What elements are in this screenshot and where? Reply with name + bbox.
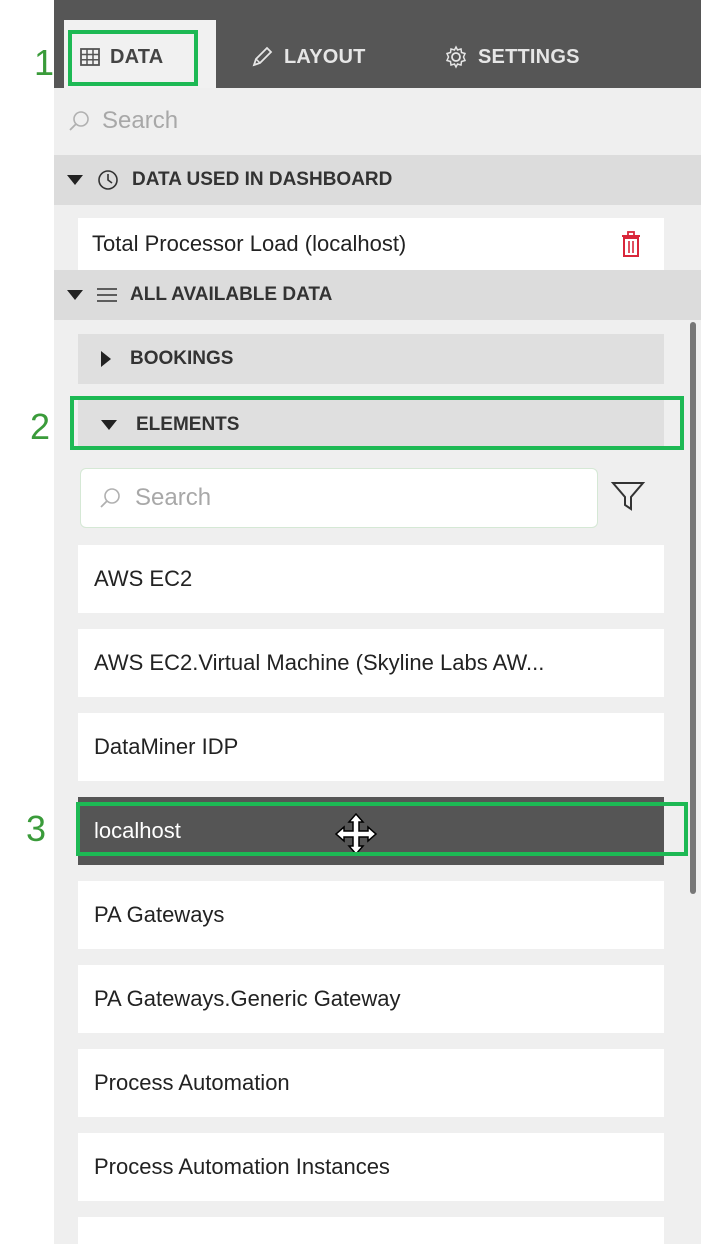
search-icon (69, 111, 89, 131)
section-all-data-title: ALL AVAILABLE DATA (130, 284, 333, 305)
used-data-item[interactable]: Total Processor Load (localhost) (78, 218, 664, 270)
gear-icon (445, 45, 467, 69)
annotation-number: 1 (34, 42, 55, 83)
highlight-box-data-tab (68, 30, 198, 86)
data-search-input[interactable]: Search (68, 100, 178, 142)
filter-icon[interactable] (610, 478, 646, 514)
list-icon (97, 288, 117, 302)
pencil-icon (252, 46, 273, 67)
tab-settings[interactable]: SETTINGS (444, 34, 580, 80)
caret-down-icon (67, 175, 83, 185)
elements-search-input[interactable]: Search (80, 468, 598, 528)
section-data-used-title: DATA USED IN DASHBOARD (132, 169, 393, 190)
element-item[interactable]: Process Automation Instances (78, 1133, 664, 1201)
element-item[interactable]: AWS EC2.Virtual Machine (Skyline Labs AW… (78, 629, 664, 697)
element-item[interactable]: AWS EC2 (78, 545, 664, 613)
element-item-label: PA Gateways (94, 902, 225, 927)
element-item-label: AWS EC2.Virtual Machine (Skyline Labs AW… (94, 650, 545, 675)
section-all-data-header[interactable]: ALL AVAILABLE DATA (54, 270, 701, 320)
element-item-label: AWS EC2 (94, 566, 193, 591)
group-bookings-label: BOOKINGS (130, 348, 234, 369)
data-search-placeholder: Search (102, 107, 179, 134)
element-item[interactable]: PA Gateways.Generic Gateway (78, 965, 664, 1033)
highlight-box-localhost (76, 802, 688, 856)
element-item-label: Process Automation (94, 1070, 290, 1095)
history-icon (98, 170, 118, 190)
element-item-label: PA Gateways.Generic Gateway (94, 986, 401, 1011)
tab-settings-label: SETTINGS (478, 45, 580, 68)
top-strip (54, 0, 701, 12)
caret-right-icon (101, 351, 111, 367)
element-item-label: DataMiner IDP (94, 734, 239, 759)
caret-down-icon (67, 290, 83, 300)
highlight-box-elements (70, 396, 684, 450)
element-item[interactable]: DataMiner IDP (78, 713, 664, 781)
annotation-number: 3 (26, 808, 47, 849)
element-item-partial[interactable] (78, 1217, 664, 1244)
annotation-number: 2 (30, 406, 51, 447)
trash-icon[interactable] (620, 231, 642, 257)
element-item[interactable]: PA Gateways (78, 881, 664, 949)
element-item-label: Process Automation Instances (94, 1154, 390, 1179)
section-data-used-header[interactable]: DATA USED IN DASHBOARD (54, 155, 701, 205)
search-icon (100, 488, 120, 508)
tab-layout-label: LAYOUT (284, 45, 366, 68)
scrollbar[interactable] (690, 322, 696, 894)
group-bookings-header[interactable]: BOOKINGS (78, 334, 664, 384)
elements-search-placeholder: Search (135, 484, 212, 511)
used-data-item-label: Total Processor Load (localhost) (92, 231, 407, 256)
element-item[interactable]: Process Automation (78, 1049, 664, 1117)
tab-layout[interactable]: LAYOUT (250, 34, 366, 80)
